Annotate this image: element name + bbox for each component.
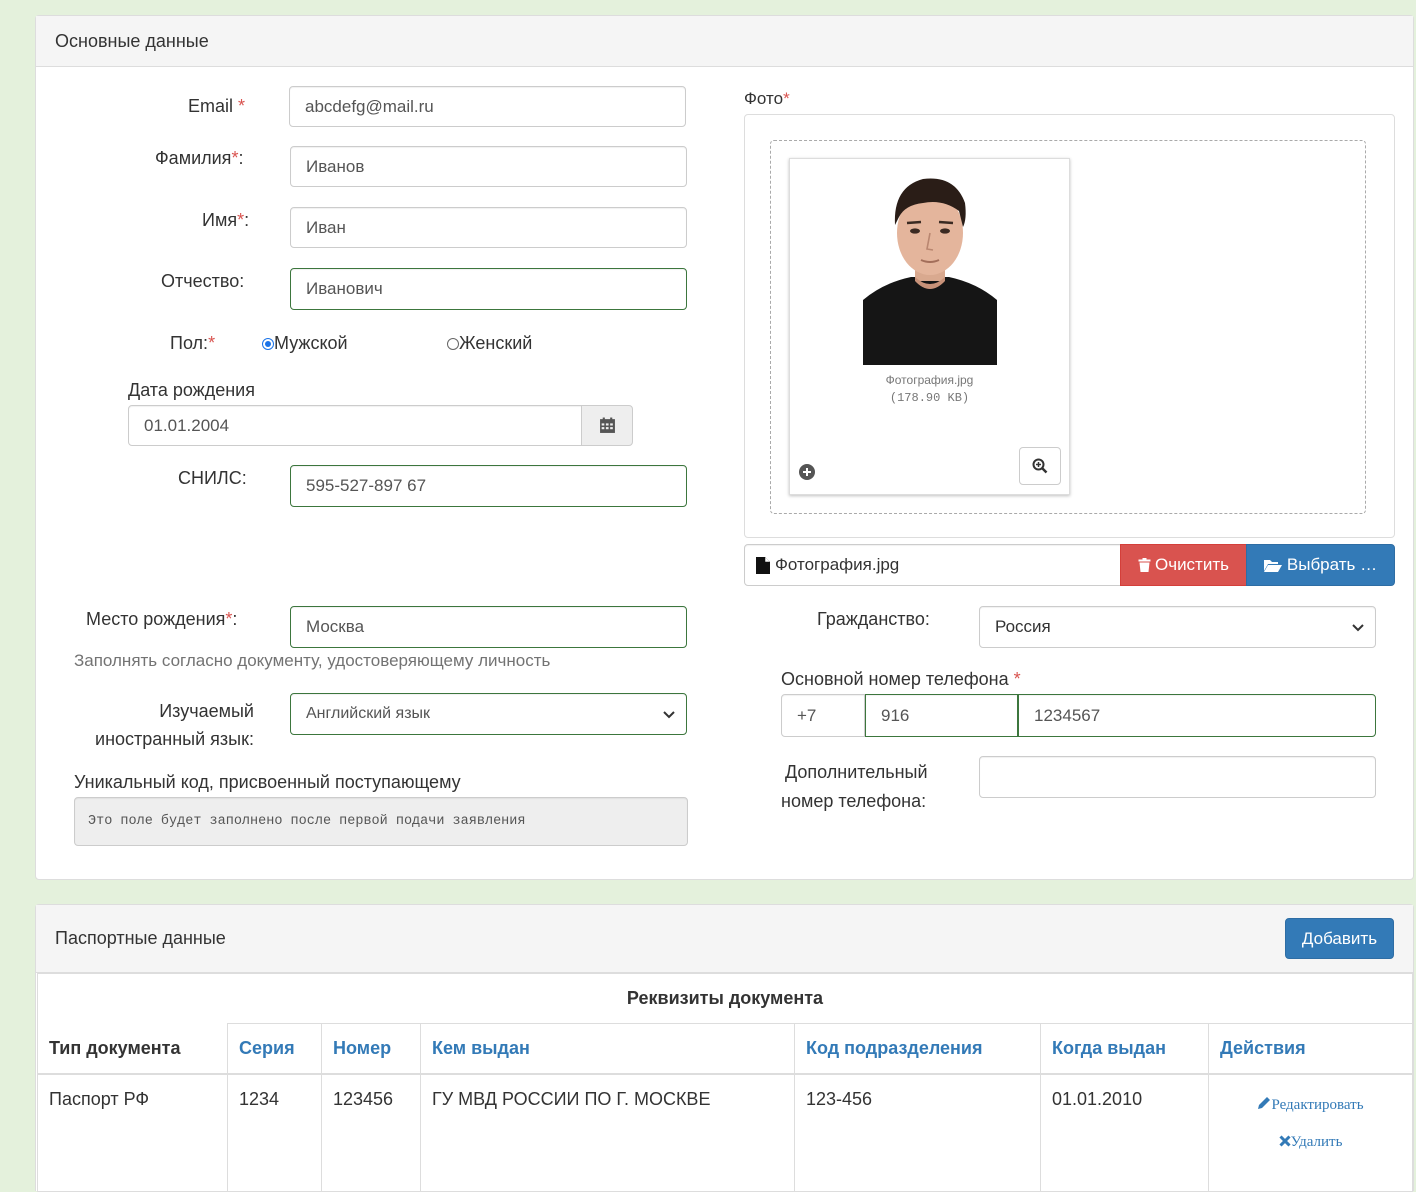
trash-icon	[1138, 558, 1151, 572]
table-row: Паспорт РФ 1234 123456 ГУ МВД РОССИИ ПО …	[37, 1073, 1413, 1192]
col-actions[interactable]: Действия	[1208, 1023, 1413, 1074]
gender-label: Пол:*	[170, 333, 216, 353]
extra-phone-label: Дополнительный номер телефона:	[781, 762, 928, 811]
add-document-button[interactable]: Добавить	[1285, 918, 1394, 959]
phone-number-input[interactable]: 1234567	[1018, 694, 1376, 737]
gender-female-option[interactable]: Женский	[447, 333, 532, 354]
close-icon	[1279, 1134, 1291, 1147]
main-data-panel-title: Основные данные	[55, 30, 209, 51]
birth-date-input[interactable]: 01.01.2004	[128, 405, 583, 446]
pencil-icon	[1258, 1096, 1271, 1109]
photo-preview-box: Фотография.jpg (178.90 KB)	[744, 114, 1395, 538]
cell-actions: Редактировать Удалить	[1208, 1073, 1413, 1192]
citizenship-select[interactable]: Россия	[979, 606, 1376, 648]
photo-file-name: Фотография.jpg	[885, 373, 974, 387]
col-issue-date[interactable]: Когда выдан	[1040, 1023, 1209, 1074]
citizenship-label: Гражданство:	[817, 609, 930, 629]
plus-circle-icon[interactable]	[799, 464, 815, 480]
snils-input[interactable]: 595-527-897 67	[290, 465, 687, 507]
last-name-input[interactable]: Иванов	[290, 146, 687, 187]
documents-table: Реквизиты документа Тип документа Серия …	[37, 973, 1413, 1192]
table-group-header-row: Реквизиты документа	[37, 973, 1413, 1024]
col-doc-type: Тип документа	[37, 1023, 228, 1074]
birth-date-label: Дата рождения	[128, 380, 255, 400]
col-department-code[interactable]: Код подразделения	[794, 1023, 1041, 1074]
portrait-photo	[863, 165, 997, 365]
email-label: Email *	[188, 96, 246, 116]
phone-country-input[interactable]: +7	[781, 694, 865, 737]
chevron-down-icon	[663, 711, 675, 719]
unique-code-field: Это поле будет заполнено после первой по…	[74, 797, 688, 846]
file-icon	[756, 556, 770, 574]
photo-drop-zone[interactable]: Фотография.jpg (178.90 KB)	[770, 140, 1366, 514]
first-name-input[interactable]: Иван	[290, 207, 687, 248]
passport-panel-heading: Паспортные данные	[36, 905, 1413, 973]
folder-open-icon	[1263, 560, 1282, 572]
photo-file-caption: Фотография.jpg	[744, 544, 1122, 586]
table-group-header: Реквизиты документа	[37, 973, 1413, 1024]
language-select[interactable]: Английский язык	[290, 693, 687, 735]
extra-phone-input[interactable]	[979, 756, 1376, 798]
col-number[interactable]: Номер	[321, 1023, 421, 1074]
cell-number: 123456	[321, 1073, 421, 1192]
photo-thumbnail-card: Фотография.jpg (178.90 KB)	[789, 158, 1070, 495]
first-name-label: Имя*:	[202, 210, 250, 230]
zoom-in-icon	[1032, 458, 1048, 474]
table-header-row: Тип документа Серия Номер Кем выдан Код …	[37, 1023, 1413, 1074]
photo-file-size: (178.90 KB)	[889, 391, 970, 405]
chevron-down-icon	[1352, 624, 1364, 632]
birth-place-input[interactable]: Москва	[290, 606, 687, 648]
gender-male-radio[interactable]	[262, 338, 274, 351]
col-issued-by[interactable]: Кем выдан	[420, 1023, 795, 1074]
photo-label: Фото*	[744, 89, 790, 108]
passport-panel-title: Паспортные данные	[55, 928, 226, 948]
edit-link[interactable]: Редактировать	[1220, 1096, 1401, 1114]
patronymic-input[interactable]: Иванович	[290, 268, 687, 310]
patronymic-label: Отчество:	[161, 271, 245, 291]
phone-label: Основной номер телефона *	[781, 669, 1021, 689]
birth-place-label: Место рождения*:	[86, 609, 238, 629]
cell-department-code: 123-456	[794, 1073, 1041, 1192]
email-input[interactable]: abcdefg@mail.ru	[289, 86, 686, 127]
gender-male-option[interactable]: Мужской	[262, 333, 348, 354]
last-name-label: Фамилия*:	[155, 148, 244, 168]
unique-code-label: Уникальный код, присвоенный поступающему	[74, 772, 461, 792]
delete-link[interactable]: Удалить	[1220, 1134, 1401, 1151]
cell-series: 1234	[227, 1073, 322, 1192]
birth-place-hint: Заполнять согласно документу, удостоверя…	[74, 651, 551, 670]
snils-label: СНИЛС:	[178, 468, 247, 488]
cell-doc-type: Паспорт РФ	[37, 1073, 228, 1192]
col-series[interactable]: Серия	[227, 1023, 322, 1074]
calendar-icon	[599, 417, 615, 433]
zoom-button[interactable]	[1019, 447, 1061, 485]
main-data-panel-heading: Основные данные	[36, 16, 1413, 67]
calendar-button[interactable]	[581, 405, 633, 446]
gender-female-radio[interactable]	[447, 338, 459, 351]
choose-photo-button[interactable]: Выбрать …	[1246, 544, 1395, 586]
clear-photo-button[interactable]: Очистить	[1120, 544, 1247, 586]
phone-code-input[interactable]: 916	[865, 694, 1018, 737]
cell-issue-date: 01.01.2010	[1040, 1073, 1209, 1192]
cell-issued-by: ГУ МВД РОССИИ ПО Г. МОСКВЕ	[420, 1073, 795, 1192]
language-label: Изучаемый иностранный язык:	[95, 701, 254, 749]
